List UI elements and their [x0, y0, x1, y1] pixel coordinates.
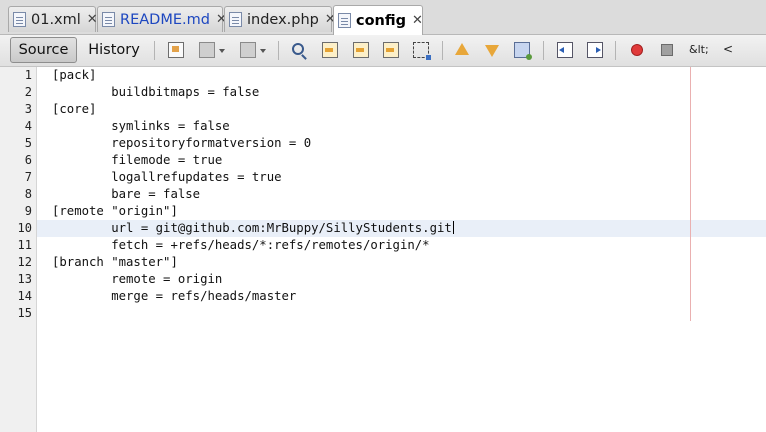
code-line-text: url = git@github.com:MrBuppy/SillyStuden…: [52, 221, 452, 235]
source-view-button[interactable]: Source: [10, 37, 77, 63]
markdown-file-icon: [102, 12, 115, 27]
code-line: buildbitmaps = false: [52, 85, 260, 99]
line-number: 15: [17, 306, 32, 320]
previous-bookmark-icon[interactable]: [455, 43, 469, 55]
code-line: remote = origin: [52, 272, 223, 286]
line-number: 3: [24, 102, 32, 116]
tab-label: config: [356, 12, 407, 29]
history-view-button[interactable]: History: [83, 37, 145, 63]
find-next-icon[interactable]: [353, 42, 369, 58]
line-number: 12: [17, 255, 32, 269]
close-icon[interactable]: ✕: [412, 14, 423, 27]
code-editor[interactable]: 1 2 3 4 5 6 7 8 9 10 11 12 13 14 15 [pac…: [0, 67, 766, 432]
code-line: merge = refs/heads/master: [52, 289, 297, 303]
code-line-current: url = git@github.com:MrBuppy/SillyStuden…: [52, 220, 454, 237]
toolbar-separator: [154, 41, 155, 60]
tab-config[interactable]: config ✕: [333, 5, 423, 35]
tab-01-xml[interactable]: 01.xml ✕: [8, 6, 98, 32]
line-number: 8: [24, 187, 32, 201]
line-number: 5: [24, 136, 32, 150]
code-line: logallrefupdates = true: [52, 170, 282, 184]
line-number-gutter: 1 2 3 4 5 6 7 8 9 10 11 12 13 14 15: [0, 67, 37, 432]
toggle-highlight-icon[interactable]: [383, 42, 399, 58]
line-number: 7: [24, 170, 32, 184]
record-macro-icon[interactable]: [631, 44, 643, 56]
line-number: 10: [17, 221, 32, 235]
line-number: 11: [17, 238, 32, 252]
text-cursor: [452, 221, 454, 234]
code-line: bare = false: [52, 187, 201, 201]
xml-file-icon: [13, 12, 26, 27]
rectangular-selection-icon[interactable]: [413, 42, 431, 60]
last-edit-icon[interactable]: [168, 42, 184, 58]
toolbar-separator: [615, 41, 616, 60]
code-line: [branch "master"]: [52, 255, 178, 269]
code-line: filemode = true: [52, 153, 223, 167]
tab-index-php[interactable]: index.php ✕: [224, 6, 336, 32]
find-previous-icon[interactable]: [322, 42, 338, 58]
line-number: 1: [24, 68, 32, 82]
code-line: [remote "origin"]: [52, 204, 178, 218]
editor-toolbar: Source History &lt; <: [0, 35, 766, 67]
find-icon[interactable]: [292, 43, 304, 55]
tab-label: README.md: [120, 11, 210, 28]
editor-tab-strip: 01.xml ✕ README.md ✕ index.php ✕ config …: [0, 0, 766, 35]
tag-button[interactable]: <: [723, 42, 733, 56]
line-number: 13: [17, 272, 32, 286]
toolbar-separator: [543, 41, 544, 60]
shift-left-icon[interactable]: [557, 42, 573, 58]
chevron-down-icon[interactable]: [219, 49, 225, 53]
tab-readme-md[interactable]: README.md ✕: [97, 6, 227, 32]
line-number: 9: [24, 204, 32, 218]
next-bookmark-icon[interactable]: [485, 45, 499, 57]
code-line: [core]: [52, 102, 97, 116]
php-file-icon: [229, 12, 242, 27]
config-file-icon: [338, 13, 351, 28]
toggle-bookmark-icon[interactable]: [514, 42, 532, 60]
toolbar-separator: [278, 41, 279, 60]
right-margin-guide: [690, 67, 691, 321]
code-line: [pack]: [52, 68, 97, 82]
tab-label: index.php: [247, 11, 319, 28]
line-number: 4: [24, 119, 32, 133]
back-icon[interactable]: [199, 42, 215, 58]
forward-icon[interactable]: [240, 42, 256, 58]
shift-right-icon[interactable]: [587, 42, 603, 58]
tab-label: 01.xml: [31, 11, 81, 28]
stop-macro-icon[interactable]: [661, 44, 673, 56]
chevron-down-icon[interactable]: [260, 49, 266, 53]
code-line: repositoryformatversion = 0: [52, 136, 312, 150]
toolbar-separator: [442, 41, 443, 60]
code-line: symlinks = false: [52, 119, 230, 133]
entity-button[interactable]: &lt;: [689, 43, 709, 56]
line-number: 14: [17, 289, 32, 303]
code-line: fetch = +refs/heads/*:refs/remotes/origi…: [52, 238, 430, 252]
line-number: 2: [24, 85, 32, 99]
line-number: 6: [24, 153, 32, 167]
